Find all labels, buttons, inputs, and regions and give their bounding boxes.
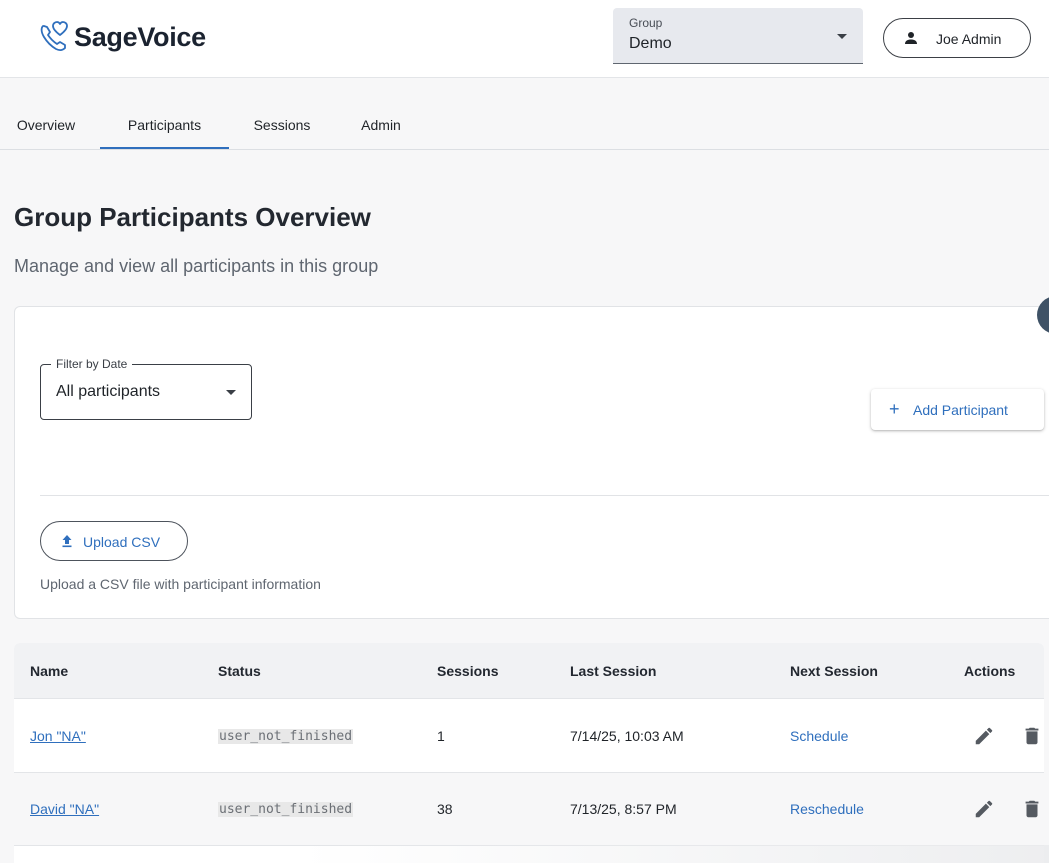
table-header: Name Status Sessions Last Session Next S… (14, 643, 1044, 699)
upload-icon (62, 535, 72, 548)
divider (40, 495, 1049, 496)
phone-heart-icon (40, 21, 68, 51)
app-name: SageVoice (74, 21, 206, 52)
table-row: Jon "NA" user_not_finished 1 7/14/25, 10… (14, 700, 1044, 773)
filter-by-date-select[interactable]: Filter by Date All participants (40, 357, 252, 420)
group-select[interactable]: Group Demo (613, 8, 863, 64)
add-participant-label: Add Participant (913, 402, 1008, 418)
column-header-name: Name (30, 663, 69, 679)
upload-csv-button[interactable]: Upload CSV (40, 521, 188, 561)
table-row: David "NA" user_not_finished 38 7/13/25,… (14, 773, 1044, 846)
tab-sessions[interactable]: Sessions (238, 100, 326, 149)
column-header-status: Status (218, 663, 261, 679)
pencil-icon[interactable] (973, 798, 995, 820)
last-session: 7/14/25, 10:03 AM (570, 728, 684, 744)
page-subtitle: Manage and view all participants in this… (14, 256, 379, 276)
upload-help-text: Upload a CSV file with participant infor… (40, 576, 321, 592)
tab-bar: Overview Participants Sessions Admin (0, 100, 1049, 150)
logo[interactable]: SageVoice (38, 20, 206, 54)
status-badge: user_not_finished (218, 802, 354, 817)
participant-name-link[interactable]: Jon "NA" (30, 728, 86, 744)
session-count: 38 (437, 801, 453, 817)
last-session: 7/13/25, 8:57 PM (570, 801, 677, 817)
add-participant-button[interactable]: + Add Participant (871, 389, 1044, 430)
app-header: SageVoice Group Demo Joe Admin (0, 0, 1049, 78)
pencil-icon[interactable] (973, 725, 995, 747)
controls-card: Filter by Date All participants + Add Pa… (14, 306, 1049, 619)
group-select-label: Group (629, 16, 663, 30)
filter-value: All participants (56, 383, 161, 400)
column-header-last-session: Last Session (570, 663, 657, 679)
column-header-sessions: Sessions (437, 663, 499, 679)
reschedule-link[interactable]: Reschedule (790, 801, 864, 817)
filter-label: Filter by Date (51, 357, 133, 371)
column-header-next-session: Next Session (790, 663, 878, 679)
user-menu-label: Joe Admin (936, 31, 1002, 47)
caret-down-icon (226, 390, 236, 395)
group-select-value: Demo (629, 35, 672, 52)
session-count: 1 (437, 728, 445, 744)
schedule-link[interactable]: Schedule (790, 728, 848, 744)
participant-name-link[interactable]: David "NA" (30, 801, 99, 817)
participants-table: Name Status Sessions Last Session Next S… (14, 643, 1044, 863)
caret-down-icon (837, 34, 847, 39)
trash-icon[interactable] (1021, 798, 1043, 820)
tab-overview[interactable]: Overview (0, 100, 92, 149)
scroll-shadow (300, 845, 1049, 863)
status-badge: user_not_finished (218, 729, 354, 744)
user-menu-button[interactable]: Joe Admin (883, 18, 1031, 58)
column-header-actions: Actions (964, 663, 1016, 679)
tab-admin[interactable]: Admin (342, 100, 420, 149)
trash-icon[interactable] (1021, 725, 1043, 747)
tab-participants[interactable]: Participants (100, 100, 229, 149)
page-title: Group Participants Overview (14, 202, 371, 232)
plus-icon: + (889, 399, 900, 419)
person-icon (905, 32, 917, 44)
upload-csv-label: Upload CSV (83, 534, 161, 550)
